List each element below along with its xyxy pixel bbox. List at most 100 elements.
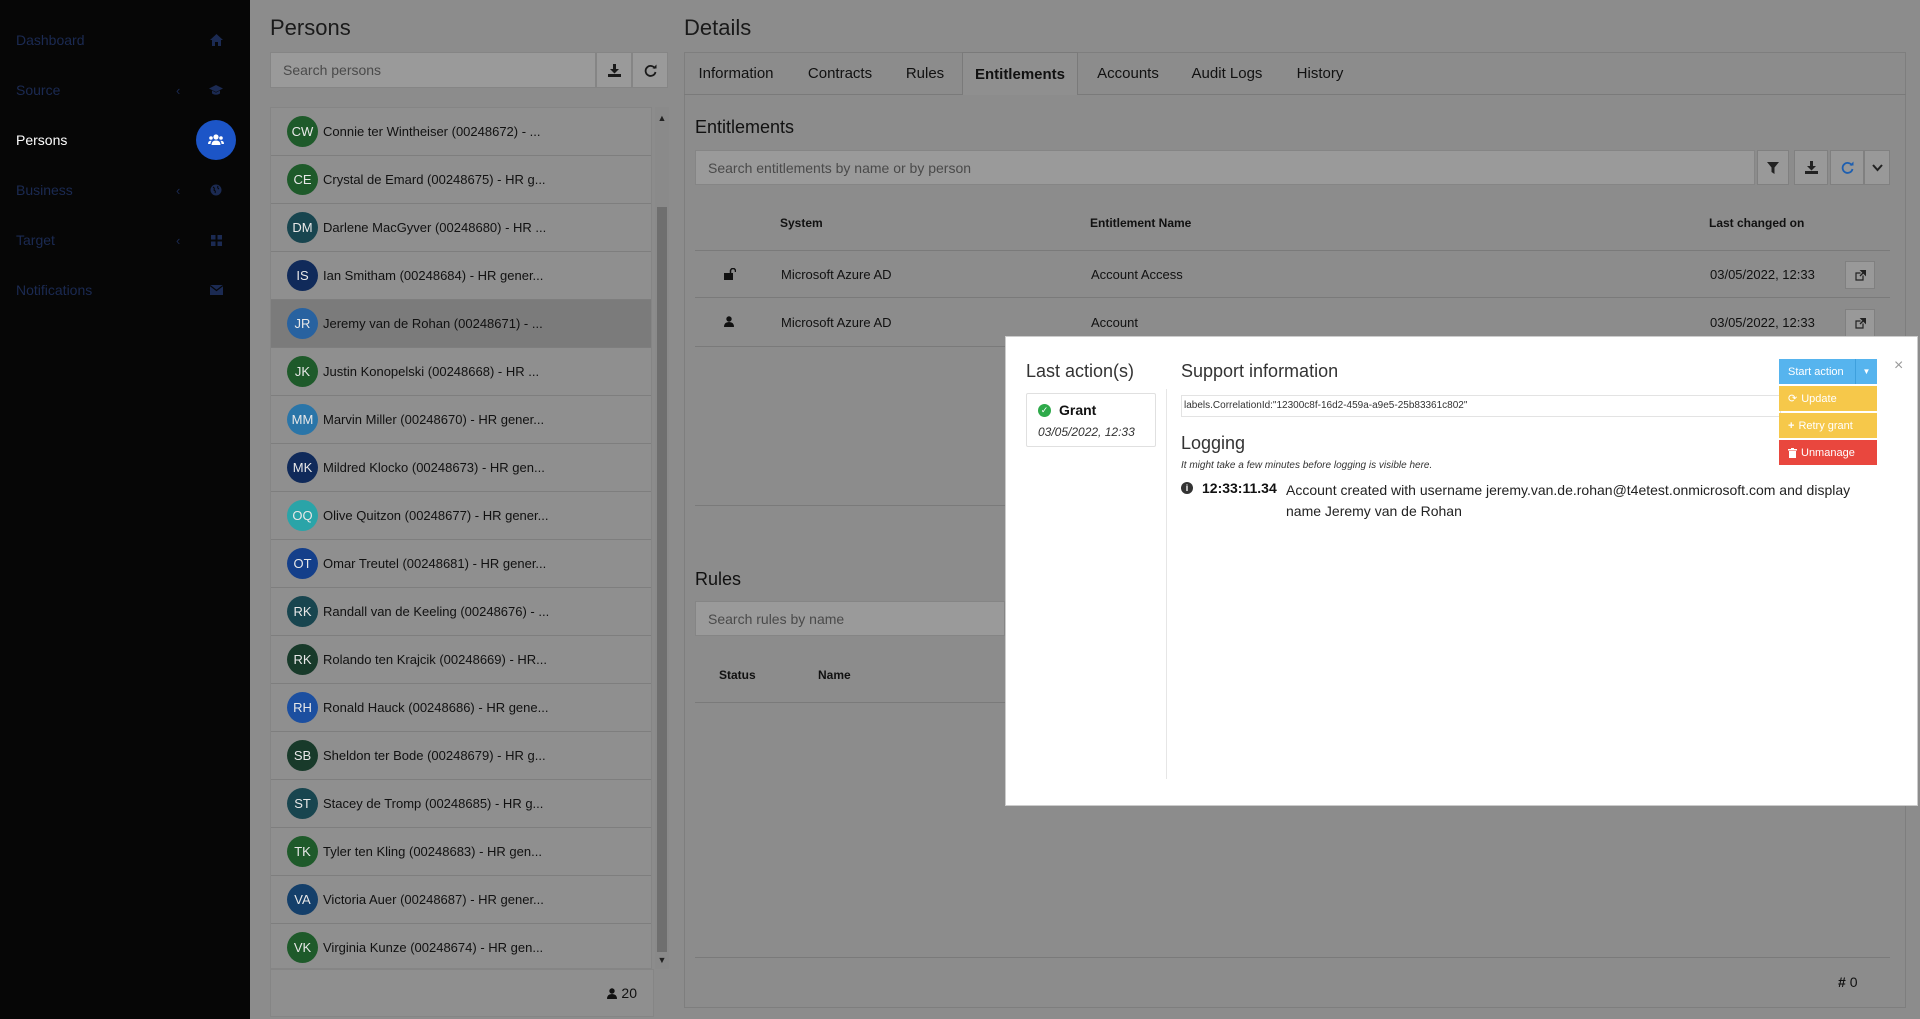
grant-label: Grant	[1059, 402, 1097, 418]
list-item[interactable]: CE Crystal de Emard (00248675) - HR g...	[271, 156, 651, 204]
external-link-icon	[1854, 269, 1866, 281]
sidebar-item-label: Business	[16, 182, 73, 198]
list-item[interactable]: MM Marvin Miller (00248670) - HR gener...	[271, 396, 651, 444]
list-item[interactable]: JR Jeremy van de Rohan (00248671) - ...	[271, 300, 651, 348]
avatar: RH	[287, 692, 318, 723]
entitlements-refresh-button[interactable]	[1830, 150, 1864, 185]
details-count: 0	[1849, 974, 1858, 990]
external-link-icon	[1854, 317, 1866, 329]
avatar: JR	[287, 308, 318, 339]
person-name: Olive Quitzon (00248677) - HR gener...	[323, 508, 549, 523]
column-header-system[interactable]: System	[780, 216, 823, 230]
sidebar-item-label: Source	[16, 82, 61, 98]
column-header-entitlement-name[interactable]: Entitlement Name	[1090, 216, 1191, 230]
sidebar-item-persons[interactable]: Persons	[0, 120, 250, 160]
caret-down-icon[interactable]: ▼	[1855, 359, 1877, 384]
list-item[interactable]: VA Victoria Auer (00248687) - HR gener...	[271, 876, 651, 924]
list-item[interactable]: IS Ian Smitham (00248684) - HR gener...	[271, 252, 651, 300]
entitlements-search-input[interactable]: Search entitlements by name or by person	[695, 150, 1755, 185]
list-item[interactable]: JK Justin Konopelski (00248668) - HR ...	[271, 348, 651, 396]
envelope-icon	[196, 270, 236, 310]
sidebar-item-target[interactable]: Target ‹	[0, 220, 250, 260]
column-header-last-changed[interactable]: Last changed on	[1709, 216, 1804, 230]
list-item[interactable]: OQ Olive Quitzon (00248677) - HR gener...	[271, 492, 651, 540]
retry-grant-button[interactable]: + Retry grant	[1779, 413, 1877, 438]
refresh-icon: ⟳	[1788, 393, 1798, 405]
grant-action-card[interactable]: ✓ Grant 03/05/2022, 12:33	[1026, 393, 1156, 447]
start-action-button[interactable]: Start action ▼	[1779, 359, 1877, 384]
scroll-up-icon[interactable]: ▲	[655, 111, 669, 125]
expand-button[interactable]	[1864, 150, 1890, 185]
scroll-down-icon[interactable]: ▼	[655, 953, 669, 967]
tab-rules[interactable]: Rules	[895, 52, 955, 95]
refresh-icon	[644, 64, 656, 77]
person-name: Randall van de Keeling (00248676) - ...	[323, 604, 550, 619]
unmanage-button[interactable]: Unmanage	[1779, 440, 1877, 465]
sidebar-item-source[interactable]: Source ‹	[0, 70, 250, 110]
rules-search-input[interactable]: Search rules by name	[695, 601, 1005, 636]
person-list-scrollbar[interactable]: ▲ ▼	[655, 107, 669, 969]
list-item[interactable]: TK Tyler ten Kling (00248683) - HR gen...	[271, 828, 651, 876]
grant-date: 03/05/2022, 12:33	[1038, 425, 1135, 439]
list-item[interactable]: ST Stacey de Tromp (00248685) - HR g...	[271, 780, 651, 828]
avatar: OT	[287, 548, 318, 579]
refresh-button[interactable]	[632, 52, 668, 88]
column-header-status[interactable]: Status	[719, 668, 756, 682]
tab-history[interactable]: History	[1290, 52, 1350, 95]
list-item[interactable]: CW Connie ter Wintheiser (00248672) - ...	[271, 108, 651, 156]
user-icon	[724, 316, 734, 327]
list-item[interactable]: RK Randall van de Keeling (00248676) - ..…	[271, 588, 651, 636]
avatar: CW	[287, 116, 318, 147]
details-count-footer: # 0	[1838, 974, 1857, 990]
entitlements-download-button[interactable]	[1794, 150, 1828, 185]
list-item[interactable]: RH Ronald Hauck (00248686) - HR gene...	[271, 684, 651, 732]
avatar: TK	[287, 836, 318, 867]
correlation-id-field[interactable]: labels.CorrelationId:"12300c8f-16d2-459a…	[1181, 395, 1781, 417]
logging-title: Logging	[1181, 433, 1246, 453]
tab-audit-logs[interactable]: Audit Logs	[1182, 52, 1272, 95]
open-external-button[interactable]	[1845, 309, 1875, 337]
sidebar-item-business[interactable]: Business ‹	[0, 170, 250, 210]
logging-hint: It might take a few minutes before loggi…	[1181, 460, 1433, 471]
person-name: Victoria Auer (00248687) - HR gener...	[323, 892, 544, 907]
download-button[interactable]	[596, 52, 632, 88]
users-icon	[196, 120, 236, 160]
update-button[interactable]: ⟳ Update	[1779, 386, 1877, 411]
list-item[interactable]: VK Virginia Kunze (00248674) - HR gen...	[271, 924, 651, 968]
tab-entitlements[interactable]: Entitlements	[962, 52, 1078, 95]
list-item[interactable]: DM Darlene MacGyver (00248680) - HR ...	[271, 204, 651, 252]
persons-count: 20	[621, 985, 637, 1001]
table-divider	[695, 702, 1005, 703]
list-item[interactable]: MK Mildred Klocko (00248673) - HR gen...	[271, 444, 651, 492]
open-external-button[interactable]	[1845, 261, 1875, 289]
last-actions-title: Last action(s)	[1026, 361, 1135, 381]
download-icon	[1804, 161, 1818, 174]
person-name: Connie ter Wintheiser (00248672) - ...	[323, 124, 541, 139]
table-divider	[695, 250, 1890, 251]
sidebar-item-notifications[interactable]: Notifications	[0, 270, 250, 310]
persons-search-input[interactable]: Search persons	[270, 52, 596, 88]
tab-accounts[interactable]: Accounts	[1087, 52, 1169, 95]
tab-contracts[interactable]: Contracts	[796, 52, 884, 95]
person-name: Omar Treutel (00248681) - HR gener...	[323, 556, 547, 571]
grid-icon	[196, 220, 236, 260]
scroll-thumb[interactable]	[657, 207, 667, 952]
sidebar-item-dashboard[interactable]: Dashboard	[0, 20, 250, 60]
globe-icon	[196, 170, 236, 210]
close-icon[interactable]: ×	[1894, 357, 1903, 375]
refresh-icon	[1841, 161, 1853, 174]
column-header-name[interactable]: Name	[818, 668, 851, 682]
tab-information[interactable]: Information	[686, 52, 786, 95]
person-name: Sheldon ter Bode (00248679) - HR g...	[323, 748, 546, 763]
log-message: Account created with username jeremy.van…	[1286, 482, 1851, 519]
section-divider	[695, 505, 1005, 506]
list-item[interactable]: SB Sheldon ter Bode (00248679) - HR g...	[271, 732, 651, 780]
download-icon	[607, 63, 621, 77]
list-item[interactable]: RK Rolando ten Krajcik (00248669) - HR...	[271, 636, 651, 684]
avatar: RK	[287, 596, 318, 627]
person-name: Ian Smitham (00248684) - HR gener...	[323, 268, 544, 283]
filter-button[interactable]	[1757, 150, 1789, 185]
update-label: Update	[1801, 392, 1837, 405]
list-item[interactable]: OT Omar Treutel (00248681) - HR gener...	[271, 540, 651, 588]
plus-icon: +	[1788, 419, 1795, 432]
